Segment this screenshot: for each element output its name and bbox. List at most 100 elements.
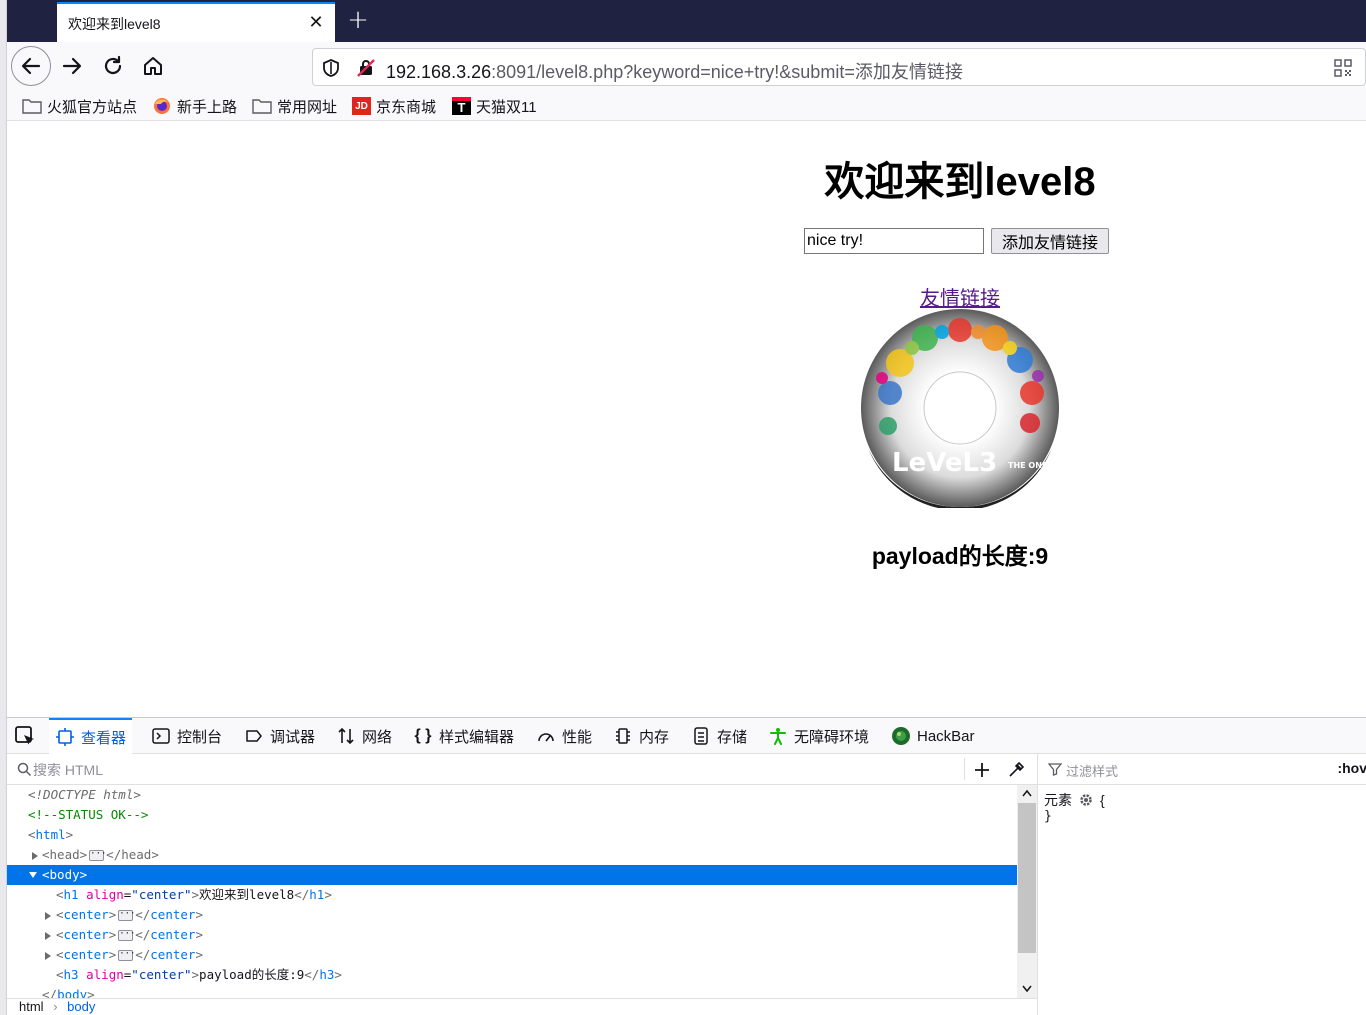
h1-attr: align [86,887,124,902]
markup-tree: <!DOCTYPE html> <!--STATUS OK--> <html> … [7,785,1017,998]
url-text[interactable]: 192.168.3.26:8091/level8.php?keyword=nic… [386,58,963,84]
insecure-lock-icon[interactable] [356,58,376,78]
body-close-tag: body [57,987,88,998]
tab-style-editor[interactable]: { } 样式编辑器 [413,718,514,754]
storage-icon [691,726,711,746]
rule-open-brace: { [1100,792,1105,808]
rule-close-brace: } [1044,809,1052,824]
window-edge [0,0,7,1015]
bookmark-label: 火狐官方站点 [47,98,138,116]
tab-debugger[interactable]: 调试器 [244,718,315,754]
h3-val: "center" [131,967,192,982]
new-tab-button[interactable]: + [344,7,372,35]
bookmark-common-sites[interactable]: 常用网址 [252,95,337,117]
breadcrumb-body[interactable]: body [67,999,95,1014]
tab-label: HackBar [917,727,975,745]
collapsed-dots-icon[interactable]: ··· [118,950,135,961]
qr-code-icon[interactable] [1333,58,1353,78]
html-search-row: 搜索 HTML [7,754,1037,785]
eyedropper-icon[interactable] [1007,761,1025,779]
markup-body-selected[interactable]: <body> [7,865,1017,885]
firefox-icon [152,97,172,115]
center-close-tag: center [150,947,196,962]
expand-arrow-icon[interactable] [45,932,51,940]
markup-center-3[interactable]: <center> ···</center> [7,945,1017,965]
center-close-tag: center [150,907,196,922]
markup-head[interactable]: <head> ···</head> [7,845,1017,865]
bookmark-tmall[interactable]: T 天猫双11 [452,95,537,117]
filter-styles-input[interactable]: 过滤样式 [1066,761,1118,780]
bookmark-label: 常用网址 [277,98,338,116]
center-close-tag: center [150,927,196,942]
filter-styles-row: 过滤样式 :hov [1038,754,1366,785]
reload-button[interactable] [96,49,130,83]
element-rule-header: 元素 { [1044,790,1105,810]
markup-center-2[interactable]: <center> ···</center> [7,925,1017,945]
search-form: 添加友情链接 [804,228,1110,254]
gear-icon[interactable] [1078,792,1094,808]
collapse-arrow-icon[interactable] [29,872,37,878]
tab-inspector[interactable]: 查看器 [49,718,133,754]
tab-performance[interactable]: 性能 [536,718,592,754]
markup-h1[interactable]: <h1 align="center">欢迎来到level8</h1> [7,885,1017,905]
markup-html[interactable]: <html> [7,825,1017,845]
close-tab-icon[interactable]: ✕ [305,12,327,34]
comment-text: <!--STATUS OK--> [28,807,149,822]
add-node-icon[interactable] [973,761,991,779]
tab-label: 无障碍环境 [794,728,870,746]
collapsed-dots-icon[interactable]: ··· [118,910,135,921]
expand-arrow-icon[interactable] [45,952,51,960]
markup-doctype[interactable]: <!DOCTYPE html> [7,785,1017,805]
collapsed-dots-icon[interactable]: ··· [118,930,135,941]
back-button[interactable] [11,46,51,86]
accessibility-icon [768,726,788,746]
bookmarks-toolbar: 火狐官方站点 新手上路 常用网址 JD 京东商城 T 天猫双11 [7,90,1366,121]
tab-gutter [7,6,55,36]
tab-console[interactable]: 控制台 [151,718,222,754]
html-search-input[interactable]: 搜索 HTML [33,760,103,780]
hov-toggle[interactable]: :hov [1337,760,1366,776]
tab-network[interactable]: 网络 [336,718,392,754]
home-button[interactable] [136,49,170,83]
url-path: :8091/level8.php?keyword=nice+try!&submi… [491,62,963,82]
tab-strip: 欢迎来到level8 ✕ + [0,0,1366,42]
add-link-button[interactable]: 添加友情链接 [991,228,1110,254]
collapsed-dots-icon[interactable]: ··· [89,850,106,861]
scrollbar-thumb[interactable] [1018,803,1036,953]
tab-active[interactable]: 欢迎来到level8 ✕ [57,2,335,42]
scroll-up-icon[interactable] [1022,789,1032,797]
tab-label: 存储 [717,728,748,746]
scroll-down-icon[interactable] [1022,985,1032,993]
bookmark-getting-started[interactable]: 新手上路 [152,95,237,117]
debugger-icon [244,726,264,746]
page-content: 欢迎来到level8 添加友情链接 友情链接 [7,121,1366,717]
expand-arrow-icon[interactable] [32,852,38,860]
markup-h3[interactable]: <h3 align="center">payload的长度:9</h3> [7,965,1017,985]
tab-label: 查看器 [81,729,127,747]
breadcrumb-html[interactable]: html [19,999,44,1014]
tab-accessibility[interactable]: 无障碍环境 [768,718,869,754]
shield-icon[interactable] [321,58,341,78]
friend-link[interactable]: 友情链接 [920,282,1000,311]
arrow-right-icon [62,57,82,75]
memory-icon [613,726,633,746]
tab-memory[interactable]: 内存 [613,718,669,754]
element-picker-icon[interactable] [13,724,37,748]
style-editor-icon: { } [414,727,432,744]
markup-body-close[interactable]: </body> [7,985,1017,998]
markup-center-1[interactable]: <center> ···</center> [7,905,1017,925]
h1-val: "center" [131,887,192,902]
tab-hackbar[interactable]: HackBar [891,718,975,754]
markup-scrollbar[interactable] [1017,785,1037,998]
h1-tag: h1 [63,887,79,902]
keyword-input[interactable] [804,228,984,254]
markup-comment[interactable]: <!--STATUS OK--> [7,805,1017,825]
bookmark-label: 京东商城 [376,98,437,116]
expand-arrow-icon[interactable] [45,912,51,920]
rules-pane: 过滤样式 :hov 元素 { } [1037,754,1366,1015]
tab-storage[interactable]: 存储 [691,718,747,754]
bookmark-firefox-site[interactable]: 火狐官方站点 [22,95,137,117]
url-bar[interactable]: 192.168.3.26:8091/level8.php?keyword=nic… [312,48,1366,86]
forward-button[interactable] [55,49,89,83]
bookmark-jd[interactable]: JD 京东商城 [352,95,436,117]
